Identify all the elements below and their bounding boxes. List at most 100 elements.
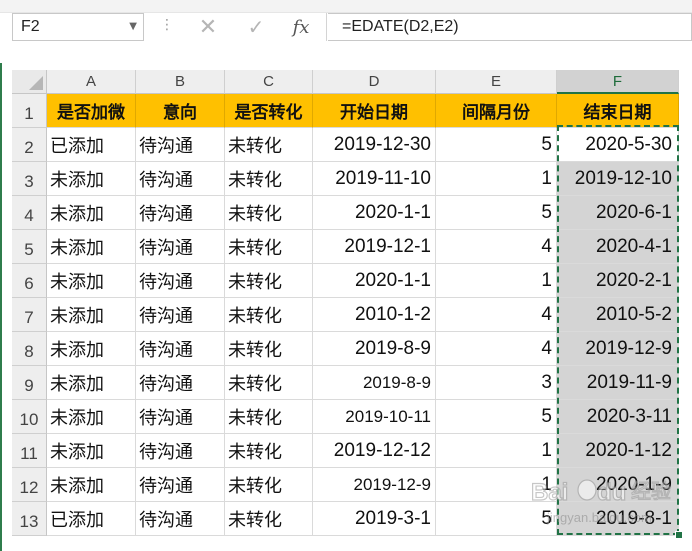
cell-d4[interactable]: 2020-1-1 bbox=[313, 196, 436, 230]
header-cell-e1[interactable]: 间隔月份 bbox=[436, 94, 557, 128]
row-header-9[interactable]: 9 bbox=[12, 366, 47, 400]
row-header-8[interactable]: 8 bbox=[12, 332, 47, 366]
cell-a4[interactable]: 未添加 bbox=[47, 196, 136, 230]
name-box[interactable]: F2 ▼ bbox=[12, 13, 144, 41]
cell-f6[interactable]: 2020-2-1 bbox=[557, 264, 679, 298]
cell-b4[interactable]: 待沟通 bbox=[136, 196, 225, 230]
enter-icon[interactable]: ✓ bbox=[241, 13, 271, 41]
formula-input[interactable]: =EDATE(D2,E2) bbox=[328, 13, 692, 41]
cell-a3[interactable]: 未添加 bbox=[47, 162, 136, 196]
header-cell-d1[interactable]: 开始日期 bbox=[313, 94, 436, 128]
cell-f5[interactable]: 2020-4-1 bbox=[557, 230, 679, 264]
row-header-3[interactable]: 3 bbox=[12, 162, 47, 196]
row-header-10[interactable]: 10 bbox=[12, 400, 47, 434]
cell-a10[interactable]: 未添加 bbox=[47, 400, 136, 434]
cell-e6[interactable]: 1 bbox=[436, 264, 557, 298]
cell-a2[interactable]: 已添加 bbox=[47, 128, 136, 162]
cell-d2[interactable]: 2019-12-30 bbox=[313, 128, 436, 162]
row-header-13[interactable]: 13 bbox=[12, 502, 47, 536]
cell-a12[interactable]: 未添加 bbox=[47, 468, 136, 502]
cell-c12[interactable]: 未转化 bbox=[225, 468, 313, 502]
column-header-c[interactable]: C bbox=[225, 70, 313, 94]
cell-f3[interactable]: 2019-12-10 bbox=[557, 162, 679, 196]
header-cell-c1[interactable]: 是否转化 bbox=[225, 94, 313, 128]
cell-f12[interactable]: 2020-1-9 bbox=[557, 468, 679, 502]
row-header-2[interactable]: 2 bbox=[12, 128, 47, 162]
cell-c7[interactable]: 未转化 bbox=[225, 298, 313, 332]
cell-e12[interactable]: 1 bbox=[436, 468, 557, 502]
cell-f8[interactable]: 2019-12-9 bbox=[557, 332, 679, 366]
column-header-e[interactable]: E bbox=[436, 70, 557, 94]
cell-a13[interactable]: 已添加 bbox=[47, 502, 136, 536]
cell-f7[interactable]: 2010-5-2 bbox=[557, 298, 679, 332]
cell-b13[interactable]: 待沟通 bbox=[136, 502, 225, 536]
cell-c6[interactable]: 未转化 bbox=[225, 264, 313, 298]
cell-d3[interactable]: 2019-11-10 bbox=[313, 162, 436, 196]
cell-d13[interactable]: 2019-3-1 bbox=[313, 502, 436, 536]
cell-d7[interactable]: 2010-1-2 bbox=[313, 298, 436, 332]
cell-c4[interactable]: 未转化 bbox=[225, 196, 313, 230]
cell-e11[interactable]: 1 bbox=[436, 434, 557, 468]
name-box-dropdown-icon[interactable]: ▼ bbox=[129, 21, 137, 32]
cell-e4[interactable]: 5 bbox=[436, 196, 557, 230]
cell-a9[interactable]: 未添加 bbox=[47, 366, 136, 400]
cell-c11[interactable]: 未转化 bbox=[225, 434, 313, 468]
cell-a7[interactable]: 未添加 bbox=[47, 298, 136, 332]
cell-a11[interactable]: 未添加 bbox=[47, 434, 136, 468]
cell-f13[interactable]: 2019-8-1 bbox=[557, 502, 679, 536]
column-header-d[interactable]: D bbox=[313, 70, 436, 94]
cell-b11[interactable]: 待沟通 bbox=[136, 434, 225, 468]
cell-c10[interactable]: 未转化 bbox=[225, 400, 313, 434]
cell-d11[interactable]: 2019-12-12 bbox=[313, 434, 436, 468]
cell-b6[interactable]: 待沟通 bbox=[136, 264, 225, 298]
cell-b2[interactable]: 待沟通 bbox=[136, 128, 225, 162]
cell-a8[interactable]: 未添加 bbox=[47, 332, 136, 366]
cell-c13[interactable]: 未转化 bbox=[225, 502, 313, 536]
cell-b7[interactable]: 待沟通 bbox=[136, 298, 225, 332]
cell-c2[interactable]: 未转化 bbox=[225, 128, 313, 162]
select-all-button[interactable] bbox=[12, 70, 47, 94]
cell-e9[interactable]: 3 bbox=[436, 366, 557, 400]
cell-c3[interactable]: 未转化 bbox=[225, 162, 313, 196]
cell-d9[interactable]: 2019-8-9 bbox=[313, 366, 436, 400]
cell-a6[interactable]: 未添加 bbox=[47, 264, 136, 298]
column-header-b[interactable]: B bbox=[136, 70, 225, 94]
cell-e3[interactable]: 1 bbox=[436, 162, 557, 196]
cell-f11[interactable]: 2020-1-12 bbox=[557, 434, 679, 468]
row-header-5[interactable]: 5 bbox=[12, 230, 47, 264]
header-cell-a1[interactable]: 是否加微 bbox=[47, 94, 136, 128]
cell-d12[interactable]: 2019-12-9 bbox=[313, 468, 436, 502]
row-header-1[interactable]: 1 bbox=[12, 94, 47, 128]
cell-e5[interactable]: 4 bbox=[436, 230, 557, 264]
cell-f4[interactable]: 2020-6-1 bbox=[557, 196, 679, 230]
formula-bar-grip-icon[interactable]: ⋮ bbox=[160, 17, 174, 33]
column-header-a[interactable]: A bbox=[47, 70, 136, 94]
header-cell-f1[interactable]: 结束日期 bbox=[557, 94, 679, 128]
row-header-6[interactable]: 6 bbox=[12, 264, 47, 298]
cell-c5[interactable]: 未转化 bbox=[225, 230, 313, 264]
cell-b9[interactable]: 待沟通 bbox=[136, 366, 225, 400]
cell-f9[interactable]: 2019-11-9 bbox=[557, 366, 679, 400]
cell-e7[interactable]: 4 bbox=[436, 298, 557, 332]
fill-handle[interactable] bbox=[675, 531, 683, 539]
row-header-11[interactable]: 11 bbox=[12, 434, 47, 468]
cell-c8[interactable]: 未转化 bbox=[225, 332, 313, 366]
cell-d6[interactable]: 2020-1-1 bbox=[313, 264, 436, 298]
cell-e8[interactable]: 4 bbox=[436, 332, 557, 366]
cell-a5[interactable]: 未添加 bbox=[47, 230, 136, 264]
cell-b5[interactable]: 待沟通 bbox=[136, 230, 225, 264]
column-header-f[interactable]: F bbox=[557, 70, 679, 94]
row-header-7[interactable]: 7 bbox=[12, 298, 47, 332]
cancel-icon[interactable]: ✕ bbox=[193, 13, 223, 41]
cell-f2[interactable]: 2020-5-30 bbox=[557, 128, 679, 162]
insert-function-icon[interactable]: fx bbox=[286, 13, 316, 41]
cell-e2[interactable]: 5 bbox=[436, 128, 557, 162]
cell-d5[interactable]: 2019-12-1 bbox=[313, 230, 436, 264]
cell-b8[interactable]: 待沟通 bbox=[136, 332, 225, 366]
cell-d10[interactable]: 2019-10-11 bbox=[313, 400, 436, 434]
row-header-4[interactable]: 4 bbox=[12, 196, 47, 230]
cell-d8[interactable]: 2019-8-9 bbox=[313, 332, 436, 366]
cell-f10[interactable]: 2020-3-11 bbox=[557, 400, 679, 434]
row-header-12[interactable]: 12 bbox=[12, 468, 47, 502]
cell-b3[interactable]: 待沟通 bbox=[136, 162, 225, 196]
